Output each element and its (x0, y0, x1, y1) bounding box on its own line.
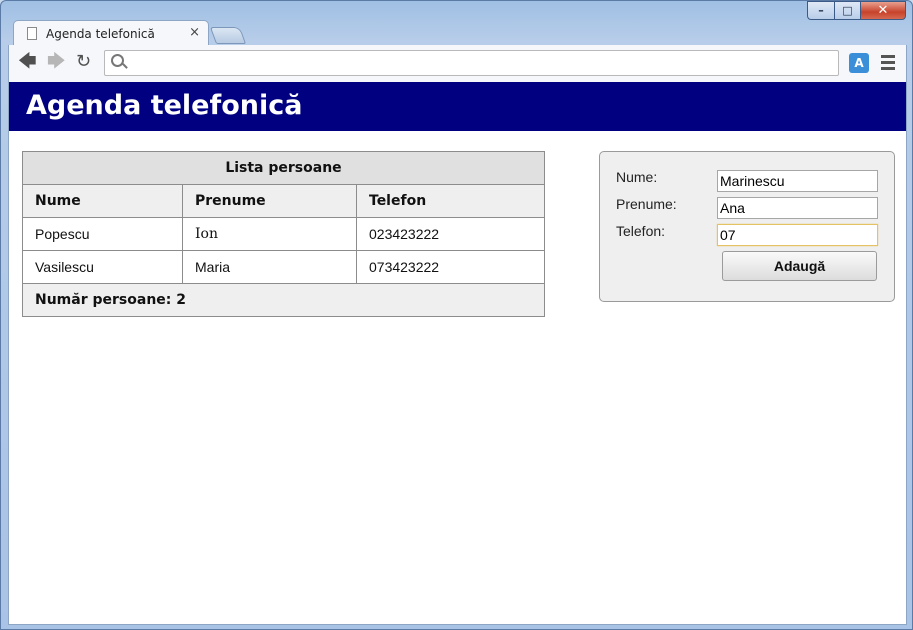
search-icon (111, 54, 124, 67)
nume-label: Nume: (616, 169, 658, 185)
persons-count: Număr persoane: 2 (22, 283, 545, 317)
browser-toolbar: 🡄 🡆 ↻ A (8, 45, 907, 82)
table-row: Vasilescu Maria 073423222 (22, 250, 545, 284)
prenume-input[interactable] (717, 197, 878, 219)
maximize-button[interactable]: □ (834, 1, 860, 20)
nume-input[interactable] (717, 170, 878, 192)
hamburger-menu-icon[interactable] (881, 55, 895, 73)
cell-telefon: 023423222 (356, 217, 545, 251)
telefon-label: Telefon: (616, 223, 666, 239)
browser-tab[interactable]: Agenda telefonică × (13, 20, 209, 46)
page-icon (27, 27, 37, 40)
telefon-input[interactable] (717, 224, 878, 246)
tab-close-icon[interactable]: × (189, 25, 200, 40)
add-person-form: Nume: Prenume: Telefon: Adaugă (599, 151, 895, 302)
page-title: Agenda telefonică (26, 90, 303, 121)
add-button[interactable]: Adaugă (722, 251, 877, 281)
tab-title: Agenda telefonică (46, 27, 155, 41)
column-header-telefon: Telefon (356, 184, 545, 218)
reload-icon[interactable]: ↻ (76, 53, 91, 71)
page-viewport: Agenda telefonică Lista persoane Nume Pr… (8, 82, 907, 625)
arrow-right-icon[interactable]: 🡆 (47, 53, 66, 71)
table-caption-row: Lista persoane (22, 151, 545, 185)
window-controls: – □ ✕ (807, 1, 906, 20)
browser-window: – □ ✕ Agenda telefonică × 🡄 🡆 ↻ A Agenda… (0, 0, 913, 630)
column-header-prenume: Prenume (182, 184, 357, 218)
table-caption: Lista persoane (22, 151, 545, 185)
cell-telefon: 073423222 (356, 250, 545, 284)
cell-nume: Popescu (22, 217, 183, 251)
table-footer-row: Număr persoane: 2 (22, 283, 545, 317)
cell-nume: Vasilescu (22, 250, 183, 284)
close-window-button[interactable]: ✕ (860, 1, 906, 20)
arrow-left-icon[interactable]: 🡄 (18, 53, 37, 71)
translate-icon[interactable]: A (849, 53, 869, 73)
table-row: Popescu Ion 023423222 (22, 217, 545, 251)
column-header-nume: Nume (22, 184, 183, 218)
table-header-row: Nume Prenume Telefon (22, 184, 545, 218)
new-tab-button[interactable] (209, 27, 247, 44)
minimize-button[interactable]: – (807, 1, 834, 20)
page-header: Agenda telefonică (9, 82, 906, 131)
persons-table: Lista persoane Nume Prenume Telefon Pope… (22, 151, 545, 317)
cell-prenume: Maria (182, 250, 357, 284)
address-bar[interactable] (104, 50, 839, 76)
prenume-label: Prenume: (616, 196, 677, 212)
cell-prenume: Ion (182, 217, 357, 251)
